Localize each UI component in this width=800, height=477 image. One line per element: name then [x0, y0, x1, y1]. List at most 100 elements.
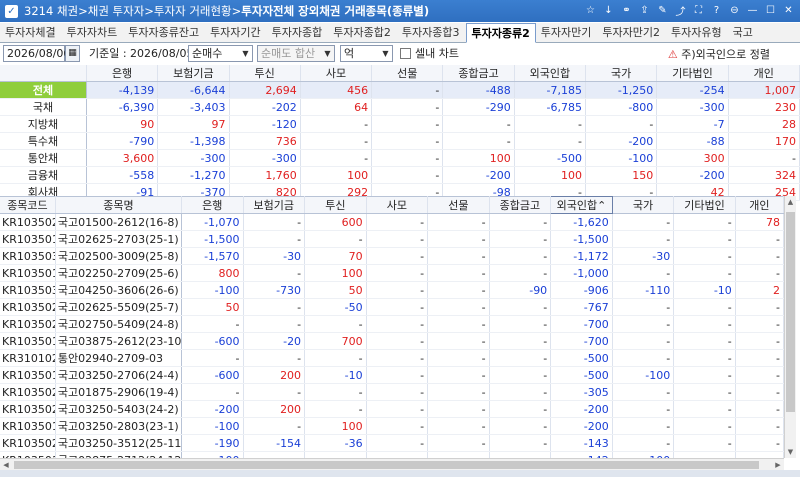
tab-10[interactable]: 투자자유형 [666, 23, 728, 43]
summary-cell: -6,390 [86, 98, 159, 116]
down-arrow-icon[interactable]: ↓ [601, 3, 616, 18]
summary-cell: -300 [656, 98, 729, 116]
detail-header-cell[interactable]: 투신 [304, 196, 367, 214]
maximize-icon[interactable]: ☐ [763, 3, 778, 18]
detail-row[interactable]: KR1035016국고02625-2703(25-1)-1,500------1… [0, 230, 785, 248]
summary-header-cell[interactable] [0, 65, 87, 82]
detail-header-cell[interactable]: 국가 [612, 196, 675, 214]
tab-9[interactable]: 투자자만기2 [597, 23, 666, 43]
share-icon[interactable]: ⤴ [673, 3, 688, 18]
export-icon[interactable]: ⇪ [637, 3, 652, 18]
summary-cell: - [514, 115, 587, 133]
horizontal-scrollbar[interactable]: ◀ ▶ [0, 458, 784, 470]
zoom-out-icon[interactable]: ⊖ [727, 3, 742, 18]
detail-cell: 700 [304, 332, 367, 350]
tab-7[interactable]: 투자자종류2 [465, 23, 536, 43]
calendar-icon[interactable]: ▦ [65, 45, 80, 62]
summary-header-cell[interactable]: 종합금고 [442, 65, 515, 82]
detail-header-cell[interactable]: 선물 [427, 196, 490, 214]
detail-row[interactable]: KR1035036국고04250-3606(26-6)-100-73050---… [0, 281, 785, 299]
detail-row[interactable]: KR1035016국고03250-2803(23-1)-100-100----2… [0, 417, 785, 435]
detail-cell: - [427, 366, 490, 384]
detail-row[interactable]: KR1035016국고03875-2612(23-10)-600-20700--… [0, 332, 785, 350]
summary-header-cell[interactable]: 은행 [86, 65, 159, 82]
detail-header-cell[interactable]: 종목명 [55, 196, 183, 214]
detail-cell: -1,500 [550, 230, 613, 248]
link-icon[interactable]: ⚭ [619, 3, 634, 18]
summary-header-row: 은행 보험기금 투신 사모 선물 종합금고 외국인합 국가 기타법인 개인 [0, 65, 800, 82]
tool-icon[interactable]: ✎ [655, 3, 670, 18]
detail-cell: -500 [550, 366, 613, 384]
star-icon[interactable]: ☆ [583, 3, 598, 18]
bond-name: 국고02750-5409(24-8) [55, 315, 183, 333]
detail-row[interactable]: KR1035026국고01500-2612(16-8)-1,070-600---… [0, 213, 785, 231]
scroll-thumb[interactable] [786, 212, 795, 412]
summary-header-cell[interactable]: 외국인합 [514, 65, 587, 82]
scroll-down-icon[interactable]: ▼ [785, 446, 796, 458]
expand-icon[interactable]: ⛶ [691, 3, 706, 18]
detail-cell: - [673, 315, 736, 333]
vertical-scrollbar[interactable]: ▲ ▼ [784, 196, 796, 458]
summary-header-cell[interactable]: 기타법인 [656, 65, 729, 82]
scroll-thumb-horizontal[interactable] [14, 461, 759, 469]
summary-cell: 28 [728, 115, 800, 133]
minimize-icon[interactable]: — [745, 3, 760, 18]
cell-chart-checkbox[interactable] [400, 48, 411, 59]
detail-header-cell[interactable]: 보험기금 [243, 196, 306, 214]
detail-cell: - [366, 298, 429, 316]
summary-row[interactable]: 특수채 -790 -1,398 736- - - - -200 -88 170 [0, 132, 800, 150]
summary-header-cell[interactable]: 개인 [728, 65, 800, 82]
detail-header-cell[interactable]: 사모 [366, 196, 429, 214]
detail-row[interactable]: KR1035026국고03250-3512(25-11)-190-154-36-… [0, 434, 785, 452]
detail-row[interactable]: KR1035026국고01875-2906(19-4)-------305--- [0, 383, 785, 401]
close-icon[interactable]: ✕ [781, 3, 796, 18]
tab-4[interactable]: 투자자종합 [267, 23, 329, 43]
summary-header-cell[interactable]: 투신 [229, 65, 301, 82]
window-check-icon[interactable]: ✓ [5, 4, 18, 18]
detail-header-cell[interactable]: 기타법인 [673, 196, 736, 214]
tab-2[interactable]: 투자자종류잔고 [123, 23, 205, 43]
detail-row[interactable]: KR1035016국고02250-2709(25-6)800-100----1,… [0, 264, 785, 282]
summary-header-cell[interactable]: 사모 [300, 65, 373, 82]
detail-header-cell[interactable]: 은행 [181, 196, 244, 214]
summary-row[interactable]: 지방채 90 97 -120- - - - - -7 28 [0, 115, 800, 133]
bond-code: KR1035036 [0, 247, 56, 265]
detail-row[interactable]: KR1035026국고02625-5509(25-7)50--50----767… [0, 298, 785, 316]
summary-cell: 100 [300, 166, 373, 184]
detail-cell: -50 [304, 298, 367, 316]
bond-name: 국고04250-3606(26-6) [55, 281, 183, 299]
detail-cell: - [304, 383, 367, 401]
summary-row[interactable]: 전체 -4,139 -6,644 2,694 456- -488 -7,185 -1,250-… [0, 81, 800, 99]
detail-cell: - [612, 298, 675, 316]
summary-header-cell[interactable]: 국가 [585, 65, 658, 82]
detail-header-cell[interactable]: 종목코드 [0, 196, 56, 214]
mode-select[interactable]: 순매수 ▼ [188, 45, 253, 62]
detail-header-cell[interactable]: 개인 [735, 196, 785, 214]
detail-header-cell[interactable]: 외국인합⌃ [550, 196, 613, 214]
detail-row[interactable]: KR3101026통안02940-2709-03-------500--- [0, 349, 785, 367]
detail-row[interactable]: KR1035026국고02750-5409(24-8)-------700--- [0, 315, 785, 333]
mode2-select[interactable]: 순매도 합산 ▼ [257, 45, 335, 62]
tab-8[interactable]: 투자자만기 [536, 23, 598, 43]
detail-row[interactable]: KR1035016국고03250-2706(24-4)-600200-10---… [0, 366, 785, 384]
detail-row[interactable]: KR1035036국고02500-3009(25-8)-1,570-3070--… [0, 247, 785, 265]
summary-row[interactable]: 금융채 -558 -1,270 1,760 100- -200 100 150 -200 324 [0, 166, 800, 184]
summary-row[interactable]: 통안채 3,600 -300 -300- -100 -500 -100 300- [0, 149, 800, 167]
tab-0[interactable]: 투자자체결 [0, 23, 62, 43]
detail-header-cell[interactable]: 종합금고 [489, 196, 552, 214]
date-input[interactable]: 2026/08/06 [3, 45, 70, 62]
tab-5[interactable]: 투자자종합2 [328, 23, 397, 43]
tab-3[interactable]: 투자자기간 [205, 23, 267, 43]
tab-11[interactable]: 국고 [728, 23, 759, 43]
summary-header-cell[interactable]: 보험기금 [157, 65, 230, 82]
detail-row[interactable]: KR1035026국고03250-5403(24-2)-200200-----2… [0, 400, 785, 418]
unit-select[interactable]: 억 ▼ [340, 45, 393, 62]
scroll-up-icon[interactable]: ▲ [785, 196, 796, 208]
detail-cell: - [304, 400, 367, 418]
detail-cell: - [366, 349, 429, 367]
summary-header-cell[interactable]: 선물 [371, 65, 444, 82]
tab-1[interactable]: 투자자차트 [62, 23, 124, 43]
summary-row[interactable]: 국채 -6,390 -3,403 -202 64- -290 -6,785 -800 -300 2… [0, 98, 800, 116]
tab-6[interactable]: 투자자종합3 [397, 23, 466, 43]
question-icon[interactable]: ? [709, 3, 724, 18]
